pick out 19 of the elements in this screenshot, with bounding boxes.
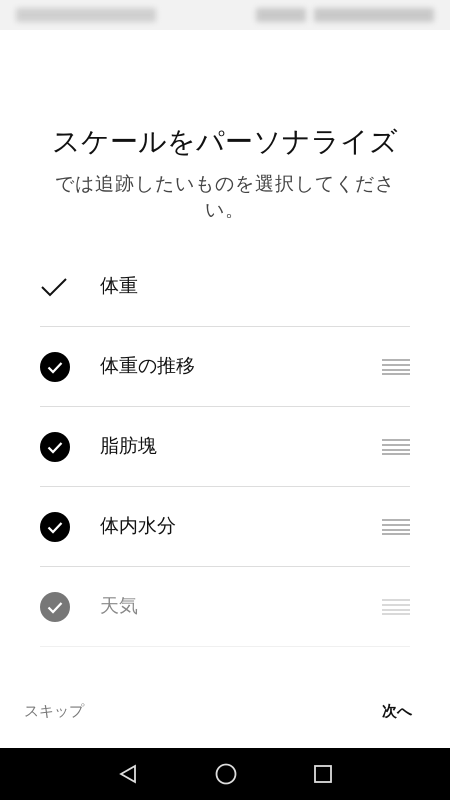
item-label: 脂肪塊 xyxy=(100,434,157,460)
drag-handle-icon[interactable] xyxy=(382,518,410,534)
item-label: 天気 xyxy=(100,594,138,620)
page-title: スケールをパーソナライズ xyxy=(52,124,398,159)
next-button[interactable]: 次へ xyxy=(382,700,412,722)
recents-icon[interactable] xyxy=(314,765,332,783)
item-label: 体重の推移 xyxy=(100,354,195,380)
checkbox-icon[interactable] xyxy=(40,512,70,542)
back-icon[interactable] xyxy=(118,764,138,784)
drag-handle-icon[interactable] xyxy=(382,438,410,454)
drag-handle-icon[interactable] xyxy=(382,598,410,614)
drag-handle-icon[interactable] xyxy=(382,358,410,374)
item-label: 体重 xyxy=(100,274,138,300)
checkbox-icon[interactable] xyxy=(40,352,70,382)
subtitle: では追跡したいものを選択してください。 xyxy=(54,172,396,223)
home-icon[interactable] xyxy=(214,763,237,785)
skip-button[interactable]: スキップ xyxy=(24,700,84,722)
item-label: 体内水分 xyxy=(100,514,176,540)
checkbox-icon[interactable] xyxy=(40,432,70,462)
